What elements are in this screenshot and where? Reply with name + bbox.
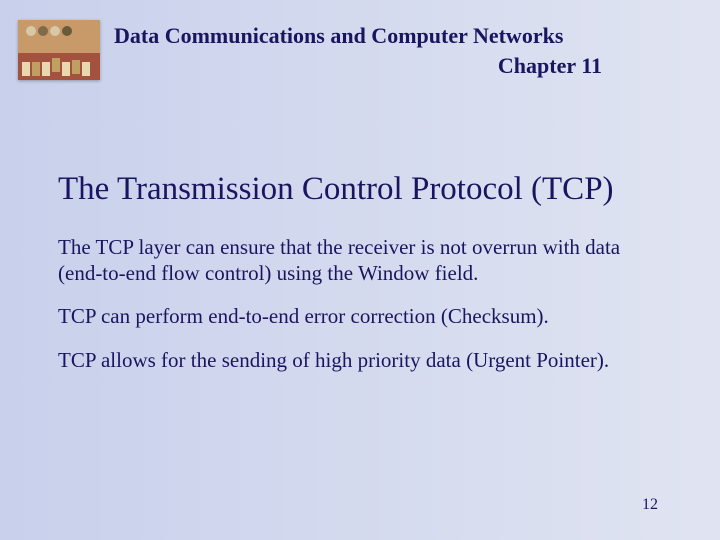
body-paragraph: The TCP layer can ensure that the receiv… xyxy=(58,235,662,286)
chapter-label: Chapter 11 xyxy=(114,53,602,79)
body-paragraph: TCP allows for the sending of high prior… xyxy=(58,348,662,374)
course-title: Data Communications and Computer Network… xyxy=(114,22,680,51)
page-number: 12 xyxy=(642,496,658,514)
body-paragraph: TCP can perform end-to-end error correct… xyxy=(58,304,662,330)
slide-title: The Transmission Control Protocol (TCP) xyxy=(58,170,662,209)
slide-content: The Transmission Control Protocol (TCP) … xyxy=(58,170,662,391)
slide-header: Data Communications and Computer Network… xyxy=(114,22,680,79)
book-cover-thumbnail xyxy=(18,20,100,80)
